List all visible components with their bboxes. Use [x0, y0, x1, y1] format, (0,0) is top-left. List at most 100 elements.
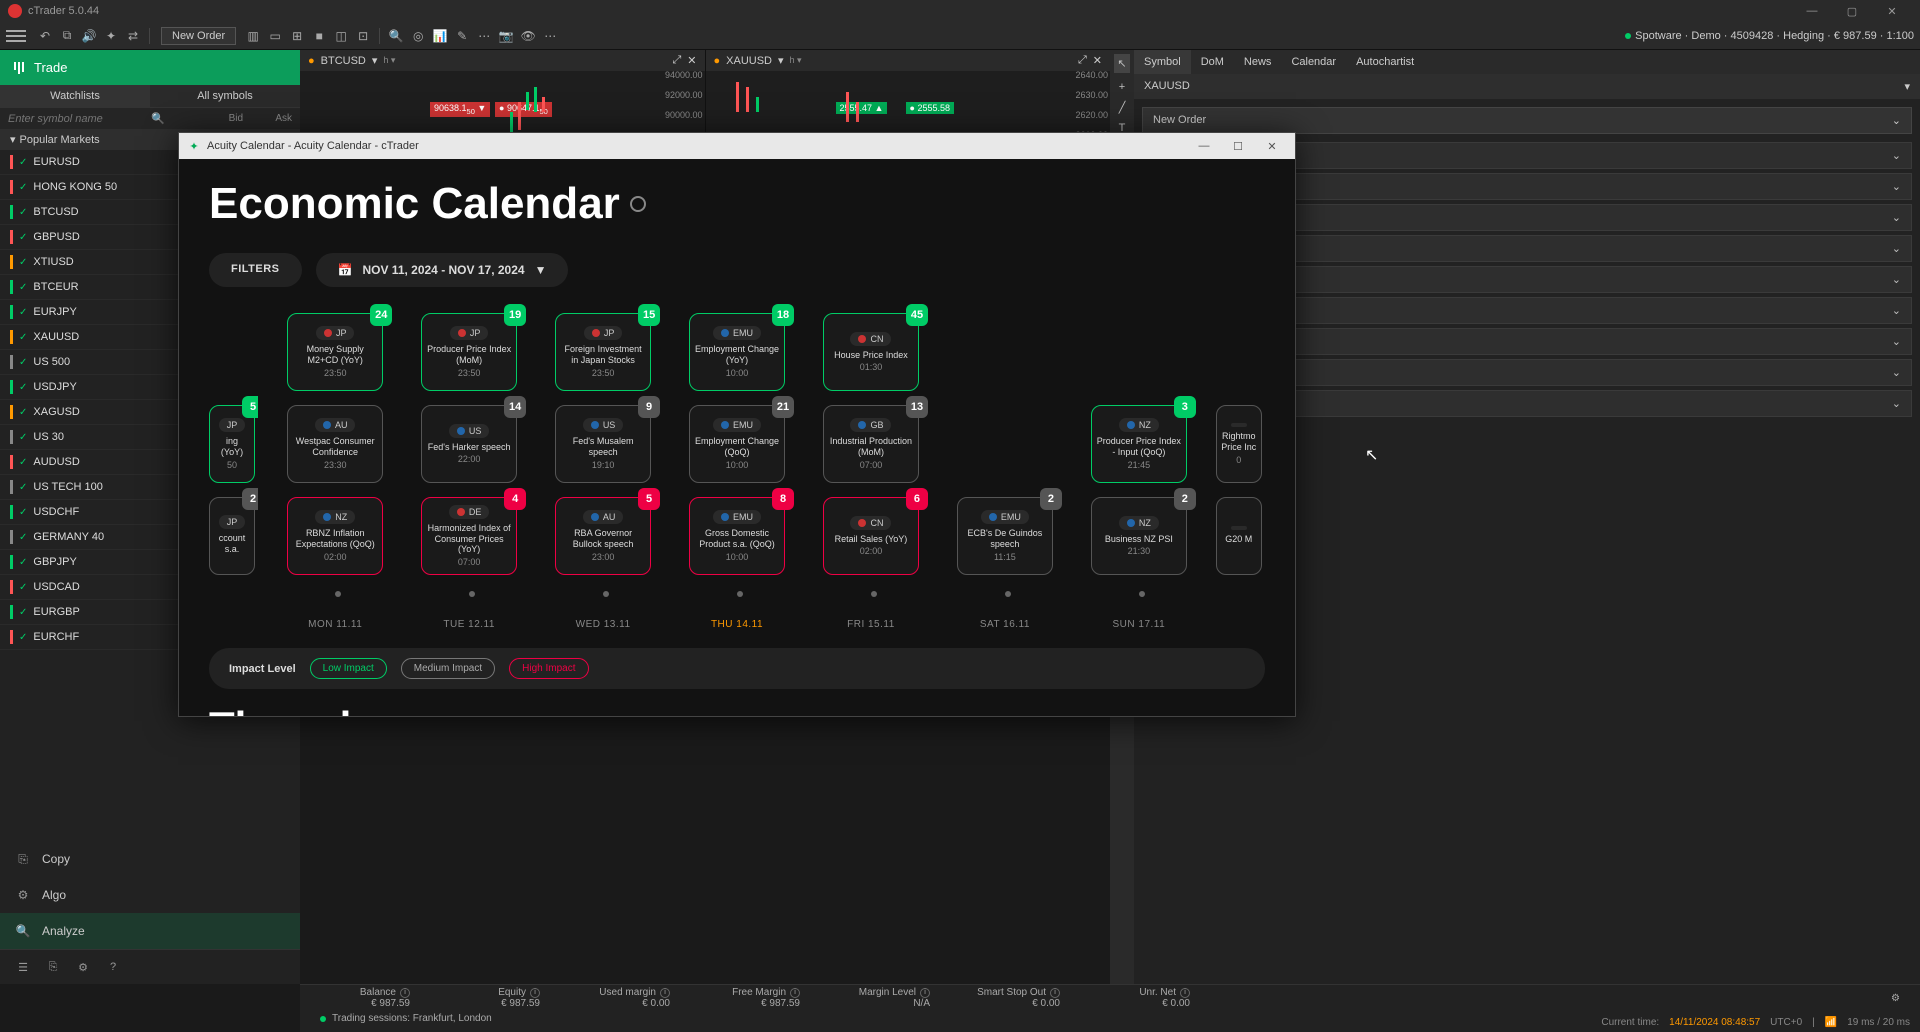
- more-icon[interactable]: ⋯: [541, 27, 559, 45]
- menu-button[interactable]: [6, 26, 26, 46]
- settings-icon[interactable]: [630, 196, 646, 212]
- expand-icon[interactable]: ⤢: [672, 54, 681, 67]
- event-card[interactable]: 2 NZ Business NZ PSI 21:30: [1091, 497, 1187, 575]
- chevron-down-icon[interactable]: ▾: [372, 54, 378, 67]
- info-icon[interactable]: i: [1180, 988, 1190, 998]
- event-card[interactable]: 4 DE Harmonized Index of Consumer Prices…: [421, 497, 517, 575]
- square-icon[interactable]: ■: [310, 27, 328, 45]
- expand-icon[interactable]: ⤢: [1078, 54, 1087, 67]
- chip-high-impact[interactable]: High Impact: [509, 658, 588, 679]
- tab-calendar[interactable]: Calendar: [1281, 50, 1346, 74]
- search-input[interactable]: [8, 113, 151, 125]
- day-label[interactable]: MON 11.11: [308, 619, 362, 630]
- maximize-button[interactable]: ▢: [1832, 0, 1872, 22]
- split-icon[interactable]: ◫: [332, 27, 350, 45]
- chip-low-impact[interactable]: Low Impact: [310, 658, 387, 679]
- event-card[interactable]: 8 EMU Gross Domestic Product s.a. (QoQ) …: [689, 497, 785, 575]
- date-range-button[interactable]: 📅 NOV 11, 2024 - NOV 17, 2024 ▼: [316, 253, 569, 287]
- event-card[interactable]: 2 EMU ECB's De Guindos speech 11:15: [957, 497, 1053, 575]
- puzzle-icon[interactable]: ✦: [102, 27, 120, 45]
- crosshair-icon[interactable]: +: [1119, 81, 1125, 93]
- zoom-icon[interactable]: 🔍: [387, 27, 405, 45]
- grid-icon[interactable]: ⊞: [288, 27, 306, 45]
- event-card-partial[interactable]: G20 M: [1216, 497, 1262, 575]
- candle-icon[interactable]: 📊: [431, 27, 449, 45]
- chart-btcusd[interactable]: ● BTCUSD ▾ h ▾ ⤢✕ 90638.150 ▼ ● 90647.15…: [300, 50, 705, 140]
- window-icon[interactable]: ⊡: [354, 27, 372, 45]
- search-icon[interactable]: 🔍: [151, 112, 165, 125]
- new-order-button[interactable]: New Order: [161, 27, 236, 45]
- nav-algo[interactable]: ⚙Algo: [0, 877, 300, 913]
- tab-symbol[interactable]: Symbol: [1134, 50, 1191, 74]
- layout-icon[interactable]: ▥: [244, 27, 262, 45]
- nav-copy[interactable]: ⎘Copy: [0, 841, 300, 877]
- tab-dom[interactable]: DoM: [1191, 50, 1234, 74]
- event-card[interactable]: 6 CN Retail Sales (YoY) 02:00: [823, 497, 919, 575]
- day-label[interactable]: SAT 16.11: [980, 619, 1030, 630]
- info-icon[interactable]: i: [1050, 988, 1060, 998]
- minimize-button[interactable]: —: [1189, 136, 1219, 156]
- info-icon[interactable]: i: [790, 988, 800, 998]
- gear-icon[interactable]: ⚙: [74, 958, 92, 976]
- event-card[interactable]: 24 JP Money Supply M2+CD (YoY) 23:50: [287, 313, 383, 391]
- close-icon[interactable]: ✕: [1093, 54, 1102, 67]
- link-icon[interactable]: ⇄: [124, 27, 142, 45]
- modal-titlebar[interactable]: ✦ Acuity Calendar - Acuity Calendar - cT…: [179, 133, 1295, 159]
- chevron-down-icon[interactable]: ▾: [778, 54, 784, 67]
- symbol-selector[interactable]: XAUUSD ▾: [1134, 74, 1920, 99]
- maximize-button[interactable]: ☐: [1223, 136, 1253, 156]
- event-card[interactable]: 9 US Fed's Musalem speech 19:10: [555, 405, 651, 483]
- trade-header[interactable]: Trade: [0, 50, 300, 85]
- panel-icon[interactable]: ▭: [266, 27, 284, 45]
- event-card-partial[interactable]: 5 JPing (YoY)50: [209, 405, 255, 483]
- event-card[interactable]: AU Westpac Consumer Confidence 23:30: [287, 405, 383, 483]
- info-icon[interactable]: i: [660, 988, 670, 998]
- event-card[interactable]: 15 JP Foreign Investment in Japan Stocks…: [555, 313, 651, 391]
- close-button[interactable]: ✕: [1872, 0, 1912, 22]
- event-card[interactable]: 19 JP Producer Price Index (MoM) 23:50: [421, 313, 517, 391]
- event-card[interactable]: 18 EMU Employment Change (YoY) 10:00: [689, 313, 785, 391]
- nav-analyze[interactable]: 🔍Analyze: [0, 913, 300, 949]
- tools-icon[interactable]: ✎: [453, 27, 471, 45]
- event-card[interactable]: 5 AU RBA Governor Bullock speech 23:00: [555, 497, 651, 575]
- info-icon[interactable]: i: [530, 988, 540, 998]
- close-icon[interactable]: ✕: [687, 54, 696, 67]
- event-card[interactable]: 3 NZ Producer Price Index - Input (QoQ) …: [1091, 405, 1187, 483]
- chip-medium-impact[interactable]: Medium Impact: [401, 658, 495, 679]
- tab-watchlists[interactable]: Watchlists: [0, 85, 150, 108]
- list-icon[interactable]: ☰: [14, 958, 32, 976]
- camera-icon[interactable]: 📷: [497, 27, 515, 45]
- cursor-icon[interactable]: ↖: [1114, 54, 1129, 73]
- event-card[interactable]: NZ RBNZ Inflation Expectations (QoQ) 02:…: [287, 497, 383, 575]
- event-card-partial[interactable]: Rightmo Price Inc0: [1216, 405, 1262, 483]
- help-icon[interactable]: ?: [104, 958, 122, 976]
- undo-icon[interactable]: ↶: [36, 27, 54, 45]
- share-icon[interactable]: ⋯: [475, 27, 493, 45]
- event-card[interactable]: 13 GB Industrial Production (MoM) 07:00: [823, 405, 919, 483]
- minimize-button[interactable]: —: [1792, 0, 1832, 22]
- new-order-panel[interactable]: New Order ⌄: [1142, 107, 1912, 134]
- eye-icon[interactable]: 👁: [519, 27, 537, 45]
- event-card-partial[interactable]: 2 JPccount s.a.: [209, 497, 255, 575]
- sound-icon[interactable]: 🔊: [80, 27, 98, 45]
- target-icon[interactable]: ◎: [409, 27, 427, 45]
- day-label[interactable]: SUN 17.11: [1112, 619, 1165, 630]
- day-label[interactable]: THU 14.11: [711, 619, 763, 630]
- event-card[interactable]: 21 EMU Employment Change (QoQ) 10:00: [689, 405, 785, 483]
- chart-xauusd[interactable]: ● XAUUSD ▾ h ▾ ⤢✕ 2555.47 ▲ ● 2555.58 2: [706, 50, 1111, 140]
- tab-autochartist[interactable]: Autochartist: [1346, 50, 1424, 74]
- day-label[interactable]: TUE 12.11: [443, 619, 495, 630]
- close-button[interactable]: ✕: [1257, 136, 1287, 156]
- day-label[interactable]: WED 13.11: [576, 619, 631, 630]
- tab-news[interactable]: News: [1234, 50, 1282, 74]
- filters-button[interactable]: FILTERS: [209, 253, 302, 287]
- gear-icon[interactable]: ⚙: [1891, 993, 1900, 1004]
- copy2-icon[interactable]: ⎘: [44, 958, 62, 976]
- info-icon[interactable]: i: [400, 988, 410, 998]
- tab-all-symbols[interactable]: All symbols: [150, 85, 300, 108]
- line-icon[interactable]: ╱: [1119, 101, 1126, 114]
- clone-icon[interactable]: ⧉: [58, 27, 76, 45]
- info-icon[interactable]: i: [920, 988, 930, 998]
- day-label[interactable]: FRI 15.11: [847, 619, 895, 630]
- event-card[interactable]: 14 US Fed's Harker speech 22:00: [421, 405, 517, 483]
